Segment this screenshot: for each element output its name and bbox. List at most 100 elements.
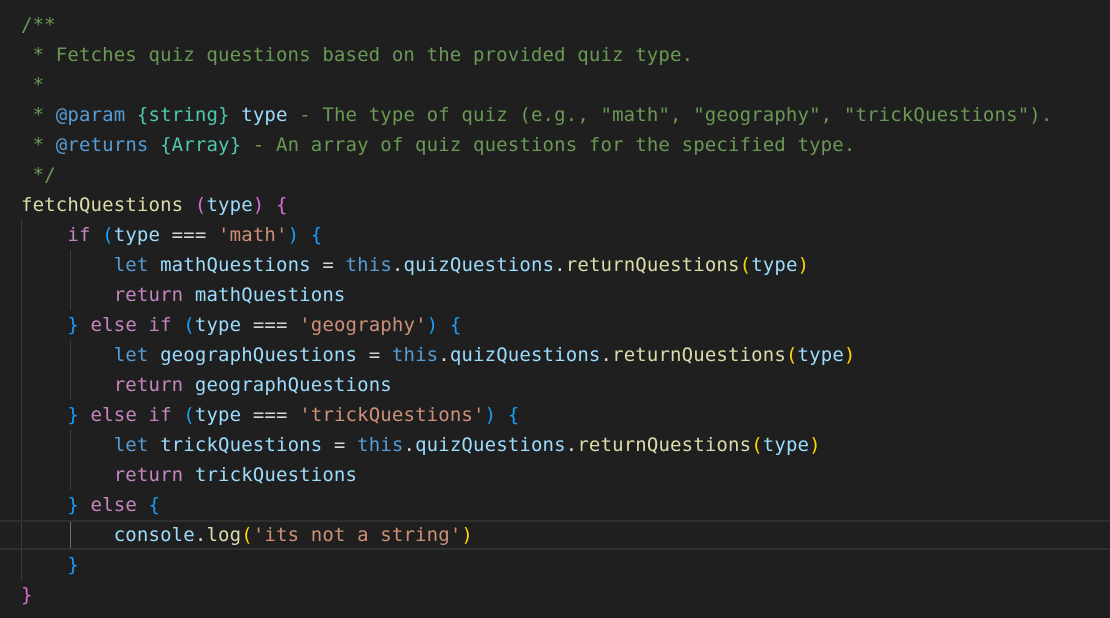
indent-guide [69, 280, 71, 310]
indent-guide [21, 550, 22, 580]
code-token: ( [102, 224, 114, 246]
code-token: } [67, 314, 79, 336]
code-line[interactable]: /** [0, 10, 1110, 40]
code-token: /** [21, 14, 56, 36]
code-token: if [148, 314, 172, 336]
code-line[interactable]: let mathQuestions = this.quizQuestions.r… [0, 250, 1110, 280]
code-token: geographQuestions [194, 374, 392, 396]
code-token: - An array of quiz questions for the spe… [241, 134, 856, 156]
code-line[interactable]: } else if (type === 'trickQuestions') { [0, 400, 1110, 430]
code-token: type [206, 194, 253, 216]
indent-guide [21, 522, 22, 548]
code-line[interactable]: } else if (type === 'geography') { [0, 310, 1110, 340]
code-line[interactable]: let geographQuestions = this.quizQuestio… [0, 340, 1110, 370]
code-line[interactable]: } else { [0, 490, 1110, 520]
code-token: if [148, 404, 172, 426]
indent-guide [21, 220, 22, 250]
code-token: = [322, 434, 358, 456]
code-token: 'math' [218, 224, 288, 246]
code-token: type [751, 254, 798, 276]
code-token: ( [739, 254, 752, 276]
code-token: this [345, 254, 392, 276]
indent-guide [21, 370, 22, 400]
indent-guide [69, 430, 71, 460]
code-editor[interactable]: /** * Fetches quiz questions based on th… [0, 10, 1110, 610]
code-token: } [67, 554, 79, 576]
code-token: {string} [136, 104, 230, 126]
code-line[interactable]: * @param {string} type - The type of qui… [0, 100, 1110, 130]
code-token: . [554, 254, 566, 276]
code-token: === [160, 224, 219, 246]
indent-guide [21, 310, 22, 340]
code-line[interactable]: */ [0, 160, 1110, 190]
code-token: { [507, 404, 520, 426]
code-line[interactable]: * Fetches quiz questions based on the pr… [0, 40, 1110, 70]
code-token: mathQuestions [160, 254, 311, 276]
code-token: * [21, 134, 56, 156]
code-token: . [194, 524, 207, 546]
code-line[interactable]: return geographQuestions [0, 370, 1110, 400]
code-token: ( [183, 314, 195, 336]
code-token: ) [809, 434, 821, 456]
code-token: returnQuestions [565, 254, 740, 276]
code-token: ) [797, 254, 810, 276]
code-line[interactable]: * @returns {Array} - An array of quiz qu… [0, 130, 1110, 160]
code-token: . [391, 254, 404, 276]
indent-guide [21, 250, 22, 280]
code-line[interactable]: * [0, 70, 1110, 100]
code-line[interactable]: let trickQuestions = this.quizQuestions.… [0, 430, 1110, 460]
code-token: return [113, 374, 184, 396]
code-token: . [565, 434, 578, 456]
code-line[interactable]: return trickQuestions [0, 460, 1110, 490]
code-line[interactable]: fetchQuestions (type) { [0, 190, 1110, 220]
code-line[interactable]: return mathQuestions [0, 280, 1110, 310]
code-token: fetchQuestions [21, 194, 184, 216]
code-token: return [113, 464, 184, 486]
code-token: = [357, 344, 392, 366]
code-line[interactable]: } [0, 550, 1110, 580]
code-token: trickQuestions [160, 434, 323, 456]
code-token: quizQuestions [415, 434, 566, 456]
code-line-current[interactable]: console.log('its not a string') [0, 520, 1110, 550]
code-line[interactable]: if (type === 'math') { [0, 220, 1110, 250]
code-token: . [403, 434, 416, 456]
code-token: return [113, 284, 184, 306]
indent-guide [69, 340, 71, 370]
code-line[interactable]: } [0, 580, 1110, 610]
code-token: this [357, 434, 404, 456]
code-token: . [600, 344, 613, 366]
code-token: 'trickQuestions' [299, 404, 485, 426]
code-token: type [797, 344, 844, 366]
code-token: ( [785, 344, 798, 366]
code-token: 'its not a string' [252, 524, 462, 546]
code-token: quizQuestions [403, 254, 555, 276]
indent-guide [69, 370, 71, 400]
code-token: let [113, 254, 149, 276]
indent-guide [21, 280, 22, 310]
code-token: trickQuestions [194, 464, 358, 486]
indent-guide [69, 250, 71, 280]
code-token: geographQuestions [160, 344, 358, 366]
indent-guide [21, 460, 22, 490]
code-token: } [67, 404, 79, 426]
